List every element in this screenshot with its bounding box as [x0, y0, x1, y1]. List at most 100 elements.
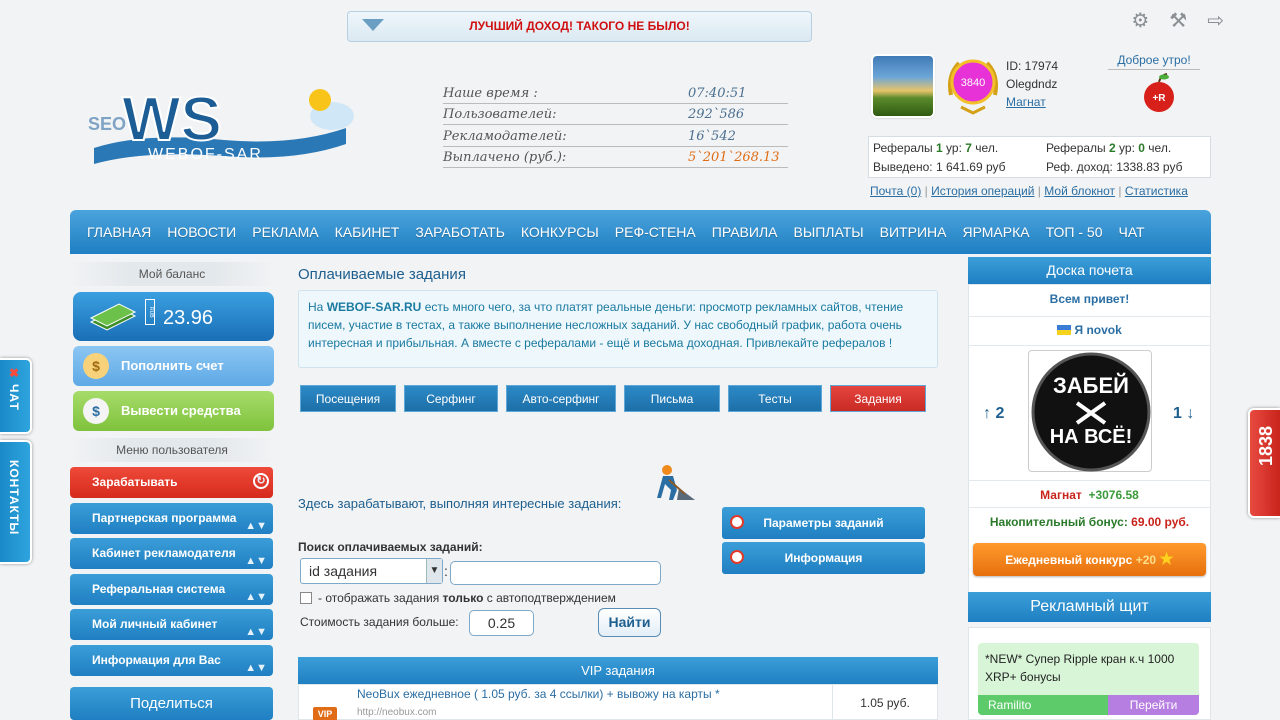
menu-earn[interactable]: Зарабатывать ↻: [70, 467, 273, 498]
ref-col-right: Рефералы 2 ур: 0 чел. Реф. доход: 1338.8…: [1046, 139, 1182, 177]
menu-cabinet[interactable]: Мой личный кабинет ▲▼: [70, 609, 273, 640]
money-bag-icon: $: [83, 353, 109, 379]
user-level-medal: 3840: [948, 59, 998, 115]
contacts-side-tab[interactable]: КОНТАКТЫ: [0, 440, 32, 564]
honor-avatar[interactable]: ЗАБЕЙ НА ВСЁ!: [1028, 350, 1152, 472]
top-banner[interactable]: ЛУЧШИЙ ДОХОД! ТАКОГО НЕ БЫЛО!: [347, 11, 812, 42]
nav-item[interactable]: ЧАТ: [1118, 224, 1144, 240]
withdraw-button[interactable]: $ Вывести средства: [73, 391, 274, 431]
topup-label: Пополнить счет: [121, 358, 224, 373]
honor-board-title: Доска почета: [968, 257, 1211, 284]
menu-advertiser[interactable]: Кабинет рекламодателя ▲▼: [70, 538, 273, 569]
information-button[interactable]: Информация: [722, 542, 925, 574]
honor-pic-line2: НА ВСЁ!: [1050, 425, 1133, 448]
history-link[interactable]: История операций: [931, 184, 1034, 198]
stat-label: Пользователей:: [443, 107, 557, 122]
nav-item[interactable]: ВИТРИНА: [880, 224, 947, 240]
ref-col-left: Рефералы 1 ур: 7 чел. Выведено: 1 641.69…: [873, 139, 1006, 177]
table-row[interactable]: VIP NeoBux ежедневное ( 1.05 руб. за 4 с…: [298, 684, 938, 720]
ad-go-button[interactable]: Перейти: [1108, 695, 1199, 715]
tab-visits[interactable]: Посещения: [300, 385, 396, 412]
task-params-button[interactable]: Параметры заданий: [722, 507, 925, 539]
info-box: На WEBOF-SAR.RU есть много чего, за что …: [298, 290, 938, 368]
nav-item[interactable]: ТОП - 50: [1046, 224, 1103, 240]
ad-item[interactable]: *NEW* Супер Ripple кран к.ч 1000 XRP+ бо…: [978, 643, 1199, 715]
site-logo[interactable]: SEO WS WEBOF-SAR: [84, 82, 356, 166]
task-title[interactable]: NeoBux ежедневное ( 1.05 руб. за 4 ссылк…: [357, 687, 720, 701]
top-icons: ⚙ ⚒ ⇨: [1131, 10, 1224, 32]
withdraw-label: Вывести средства: [121, 403, 241, 418]
menu-title: Меню пользователя: [70, 438, 274, 462]
tab-surfing[interactable]: Серфинг: [404, 385, 498, 412]
menu-referral[interactable]: Реферальная система ▲▼: [70, 574, 273, 605]
ref-level-2: Рефералы 2 ур: 0 чел.: [1046, 141, 1172, 155]
daily-contest-button[interactable]: Ежедневный конкурс +20 ★: [973, 543, 1206, 576]
ad-user[interactable]: Ramilito: [978, 695, 1108, 715]
expand-icon: ▲▼: [245, 555, 267, 567]
ref-income: Реф. доход: 1338.83 руб: [1046, 160, 1183, 174]
logout-icon[interactable]: ⇨: [1207, 10, 1224, 32]
search-type-select[interactable]: id задания ▼: [300, 558, 443, 584]
tab-autosurfing[interactable]: Авто-серфинг: [506, 385, 616, 412]
share-button[interactable]: Поделиться: [70, 687, 273, 720]
stat-value: 07:40:51: [688, 85, 747, 101]
nav-item[interactable]: КАБИНЕТ: [335, 224, 400, 240]
refresh-icon: ↻: [253, 473, 269, 489]
cost-input[interactable]: 0.25: [469, 610, 534, 636]
nav-item[interactable]: ЯРМАРКА: [962, 224, 1029, 240]
user-status-link[interactable]: Магнат: [1006, 93, 1058, 111]
find-button[interactable]: Найти: [598, 608, 661, 637]
user-settings-icon[interactable]: ⚙: [1131, 10, 1149, 32]
tab-tasks[interactable]: Задания: [830, 385, 926, 412]
auto-confirm-checkbox[interactable]: [300, 592, 312, 604]
expand-icon: ▲▼: [245, 662, 267, 674]
user-info: ID: 17974 Olegdndz Магнат: [1006, 57, 1058, 111]
expand-icon: ▲▼: [245, 626, 267, 638]
notebook-link[interactable]: Мой блокнот: [1044, 184, 1115, 198]
nav-item[interactable]: НОВОСТИ: [167, 224, 236, 240]
greeting: Доброе утро!: [1108, 53, 1200, 70]
balance-panel[interactable]: RUB 23.96: [73, 292, 274, 341]
logo-seo: SEO: [88, 114, 126, 134]
visitor-counter[interactable]: 1838: [1248, 408, 1280, 518]
tab-letters[interactable]: Письма: [624, 385, 720, 412]
menu-partner[interactable]: Партнерская программа ▲▼: [70, 503, 273, 534]
money-bag-icon: $: [83, 398, 109, 424]
site-name: WEBOF-SAR.RU: [326, 300, 422, 314]
user-avatar[interactable]: [873, 56, 933, 116]
ad-board-title: Рекламный щит: [968, 592, 1211, 622]
nav-item[interactable]: ГЛАВНАЯ: [87, 224, 151, 240]
honor-pic-line1: ЗАБЕЙ: [1053, 373, 1129, 398]
logo-name: WEBOF-SAR: [148, 146, 263, 163]
close-icon[interactable]: ✖: [9, 366, 19, 380]
apple-label: +R: [1152, 93, 1166, 104]
chat-side-tab[interactable]: ✖ ЧАТ: [0, 358, 32, 434]
honor-greeting: Всем привет!: [1049, 292, 1130, 306]
tab-tests[interactable]: Тесты: [728, 385, 822, 412]
task-price: 1.05 руб.: [832, 685, 937, 720]
collapse-triangle-icon[interactable]: [362, 19, 384, 31]
auto-confirm-option: - отображать задания только с автоподтве…: [300, 591, 616, 605]
nav-item[interactable]: ПРАВИЛА: [712, 224, 778, 240]
honor-user[interactable]: Я novok: [968, 323, 1211, 337]
mail-link[interactable]: Почта (0): [870, 184, 921, 198]
topup-button[interactable]: $ Пополнить счет: [73, 346, 274, 386]
stat-value: 16`542: [688, 128, 736, 144]
banner-text: ЛУЧШИЙ ДОХОД! ТАКОГО НЕ БЫЛО!: [469, 19, 690, 33]
up-count: ↑ 2: [983, 405, 1005, 422]
nav-item[interactable]: РЕФ-СТЕНА: [615, 224, 696, 240]
nav-item[interactable]: ЗАРАБОТАТЬ: [415, 224, 505, 240]
tools-icon[interactable]: ⚒: [1169, 10, 1187, 32]
withdrawn: Выведено: 1 641.69 руб: [873, 160, 1006, 174]
stat-label: Выплачено (руб.):: [443, 150, 567, 165]
info-icon: [730, 550, 744, 564]
statistics-link[interactable]: Статистика: [1125, 184, 1188, 198]
menu-info[interactable]: Информация для Вас ▲▼: [70, 645, 273, 676]
vip-badge: VIP: [313, 707, 337, 720]
apple-bonus-icon[interactable]: +R: [1142, 72, 1176, 114]
nav-item[interactable]: КОНКУРСЫ: [521, 224, 599, 240]
stat-label: Наше время :: [443, 85, 538, 101]
nav-item[interactable]: РЕКЛАМА: [252, 224, 318, 240]
search-input[interactable]: [450, 561, 661, 585]
nav-item[interactable]: ВЫПЛАТЫ: [793, 224, 863, 240]
